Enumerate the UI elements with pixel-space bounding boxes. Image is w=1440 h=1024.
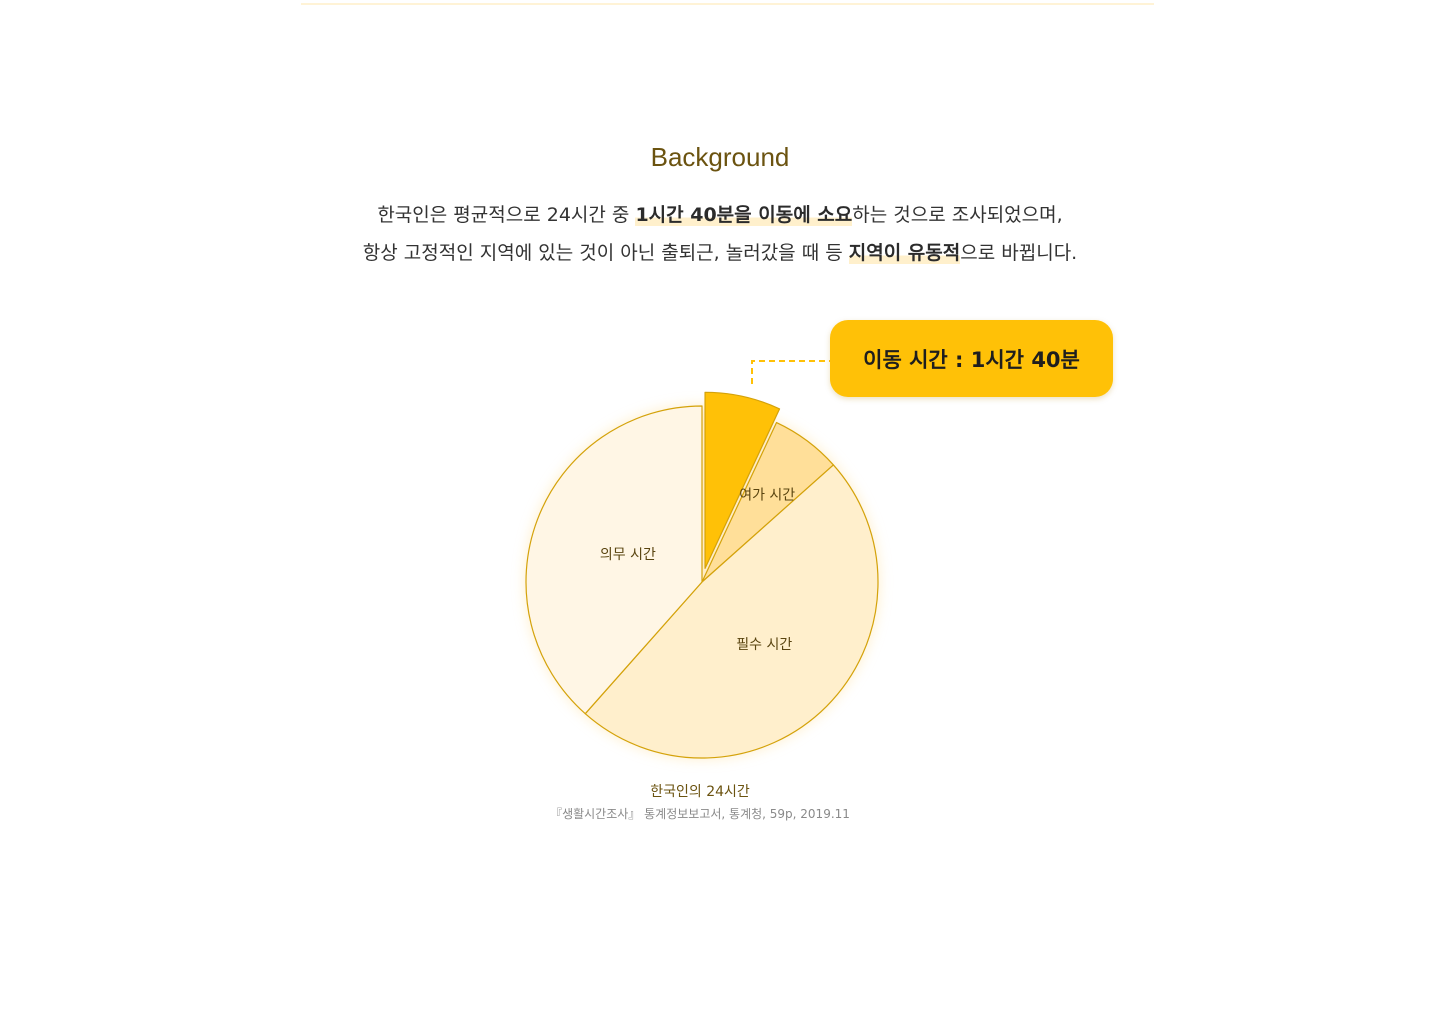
- pie-label-leisure: 여가 시간: [739, 488, 795, 504]
- pie-label-obligatory: 의무 시간: [600, 547, 656, 563]
- callout-connector: [751, 360, 830, 384]
- pie-label-essential: 필수 시간: [736, 637, 792, 653]
- travel-time-callout: 이동 시간 : 1시간 40분: [830, 320, 1113, 397]
- chart-caption-source: 『생활시간조사』 통계정보보고서, 통계청, 59p, 2019.11: [550, 807, 850, 821]
- pie-chart: 여가 시간필수 시간 의무 시간: [525, 360, 879, 759]
- chart-caption-title: 한국인의 24시간: [650, 784, 750, 800]
